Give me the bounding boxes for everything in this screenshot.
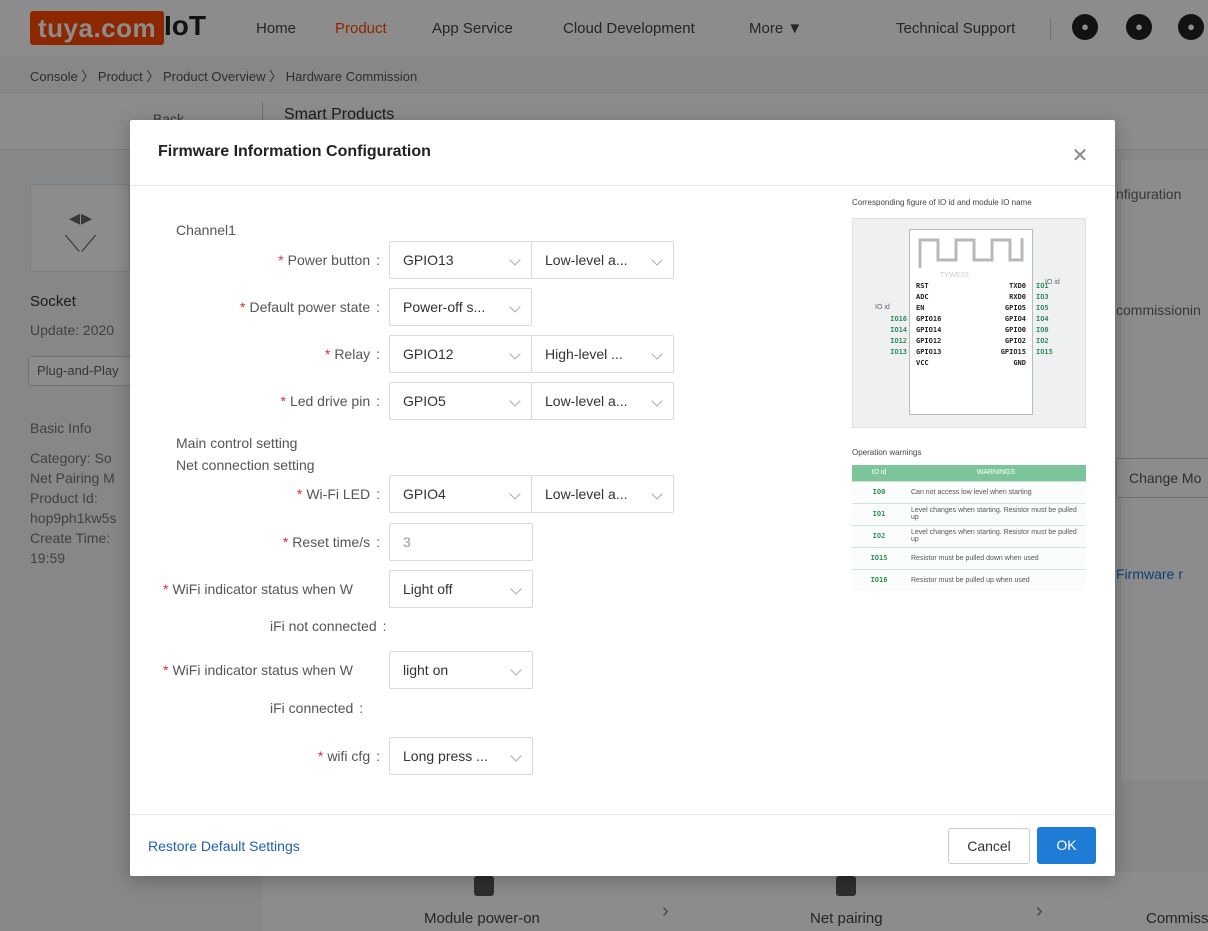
pin-name: GPIO13 [916,348,942,356]
dialog-title: Firmware Information Configuration [158,143,431,160]
chevron-down-icon [510,664,522,676]
wifi-not-connected-select[interactable]: Light off [389,570,533,608]
io-id: IO0 [1036,326,1049,334]
column-header: WARNINGS [906,465,1086,481]
chevron-down-icon [509,301,521,313]
module-chip-diagram: TYWE3S RST ADC EN GPIO16 GPIO14 GPIO12 G… [909,229,1033,415]
column-header: IO id [852,465,906,481]
io-cell: IO16 [852,568,906,591]
close-icon[interactable]: ✕ [1070,146,1090,166]
table-row: IO15 Resistor must be pulled down when us… [852,546,1086,569]
antenna-trace-icon [918,238,1024,268]
operation-warnings-table: IO id WARNINGS IO0 Can not access low lev… [852,465,1086,591]
io-cell: IO0 [852,480,906,503]
io-cell: IO2 [852,524,906,547]
io-cell: IO15 [852,546,906,569]
relay-level-select[interactable]: High-level ... [531,335,674,373]
io-figure-title: Corresponding figure of IO id and module… [852,198,1032,207]
pin-name: EN [916,304,925,312]
warning-cell: Resistor must be pulled up when used [906,568,1086,591]
io-id: IO3 [1036,293,1049,301]
io-id: IO4 [1036,315,1049,323]
chevron-down-icon [651,488,663,500]
main-control-heading: Main control setting [176,435,298,451]
io-id: IO1 [1036,282,1049,290]
restore-default-settings-link[interactable]: Restore Default Settings [148,838,300,854]
reset-time-input[interactable]: 3 [389,523,533,561]
wifi-not-connected-label: * WiFi indicator status when W [163,581,353,597]
warning-cell: Level changes when starting. Resistor mu… [906,524,1086,547]
io-id: IO14 [890,326,907,334]
table-row: IO1 Level changes when starting. Resistor… [852,502,1086,525]
io-id-left-header: IO id [875,304,890,311]
relay-label: * Relay: [324,346,380,362]
pin-name: GPIO2 [1004,337,1026,345]
default-power-state-select[interactable]: Power-off s... [389,288,532,326]
cancel-button[interactable]: Cancel [948,828,1030,864]
chevron-down-icon [651,395,663,407]
wifi-cfg-select[interactable]: Long press ... [389,737,533,775]
chevron-down-icon [651,348,663,360]
wifi-cfg-label: * wifi cfg: [317,748,380,764]
wifi-not-connected-label-cont: iFi not connected: [270,618,387,634]
reset-time-label: * Reset time/s: [282,534,380,550]
chevron-down-icon [509,348,521,360]
default-power-state-label: * Default power state: [240,299,380,315]
wifi-connected-select[interactable]: light on [389,651,533,689]
net-connection-heading: Net connection setting [176,457,315,473]
warning-cell: Resistor must be pulled down when used [906,546,1086,569]
led-drive-pin-select[interactable]: GPIO5 [389,382,532,420]
table-header-row: IO id WARNINGS [852,465,1086,481]
io-id: IO16 [890,315,907,323]
io-id: IO5 [1036,304,1049,312]
table-row: IO16 Resistor must be pulled up when used [852,568,1086,591]
table-row: IO0 Can not access low level when startin… [852,480,1086,503]
operation-warnings-title: Operation warnings [852,448,922,457]
power-button-level-select[interactable]: Low-level a... [531,241,674,279]
pin-name: GPIO16 [916,315,942,323]
wifi-led-label: * Wi-Fi LED: [296,486,380,502]
pin-name: TXD0 [1009,282,1026,290]
led-drive-pin-label: * Led drive pin: [280,393,380,409]
dialog-header: Firmware Information Configuration ✕ [130,120,1115,186]
relay-pin-select[interactable]: GPIO12 [389,335,532,373]
pin-name: GND [1013,359,1026,367]
pin-name: GPIO12 [916,337,942,345]
io-id: IO15 [1036,348,1053,356]
pin-name: GPIO15 [1000,348,1026,356]
pin-name: RST [916,282,929,290]
warning-cell: Level changes when starting. Resistor mu… [906,502,1086,525]
chevron-down-icon [510,583,522,595]
ok-button[interactable]: OK [1037,827,1096,864]
chevron-down-icon [509,488,521,500]
wifi-led-level-select[interactable]: Low-level a... [531,475,674,513]
warning-cell: Can not access low level when starting [906,480,1086,503]
wifi-connected-label-cont: iFi connected: [270,700,364,716]
led-drive-level-select[interactable]: Low-level a... [531,382,674,420]
io-id: IO12 [890,337,907,345]
chevron-down-icon [509,254,521,266]
channel1-heading: Channel1 [176,222,236,238]
io-id: IO13 [890,348,907,356]
io-id: IO2 [1036,337,1049,345]
io-cell: IO1 [852,502,906,525]
pin-name: RXD0 [1009,293,1026,301]
pin-name: GPIO0 [1004,326,1026,334]
pin-name: GPIO5 [1004,304,1026,312]
chevron-down-icon [651,254,663,266]
firmware-configuration-dialog: Firmware Information Configuration ✕ Cha… [130,120,1115,876]
module-name-label: TYWE3S [940,272,969,279]
module-pinout-figure: TYWE3S RST ADC EN GPIO16 GPIO14 GPIO12 G… [852,218,1086,428]
wifi-connected-label: * WiFi indicator status when W [163,662,353,678]
table-row: IO2 Level changes when starting. Resistor… [852,524,1086,547]
power-button-pin-select[interactable]: GPIO13 [389,241,532,279]
pin-name: GPIO4 [1004,315,1026,323]
chevron-down-icon [510,750,522,762]
pin-name: GPIO14 [916,326,942,334]
pin-name: VCC [916,359,929,367]
power-button-label: * Power button: [278,252,380,268]
pin-name: ADC [916,293,929,301]
chevron-down-icon [509,395,521,407]
wifi-led-pin-select[interactable]: GPIO4 [389,475,532,513]
